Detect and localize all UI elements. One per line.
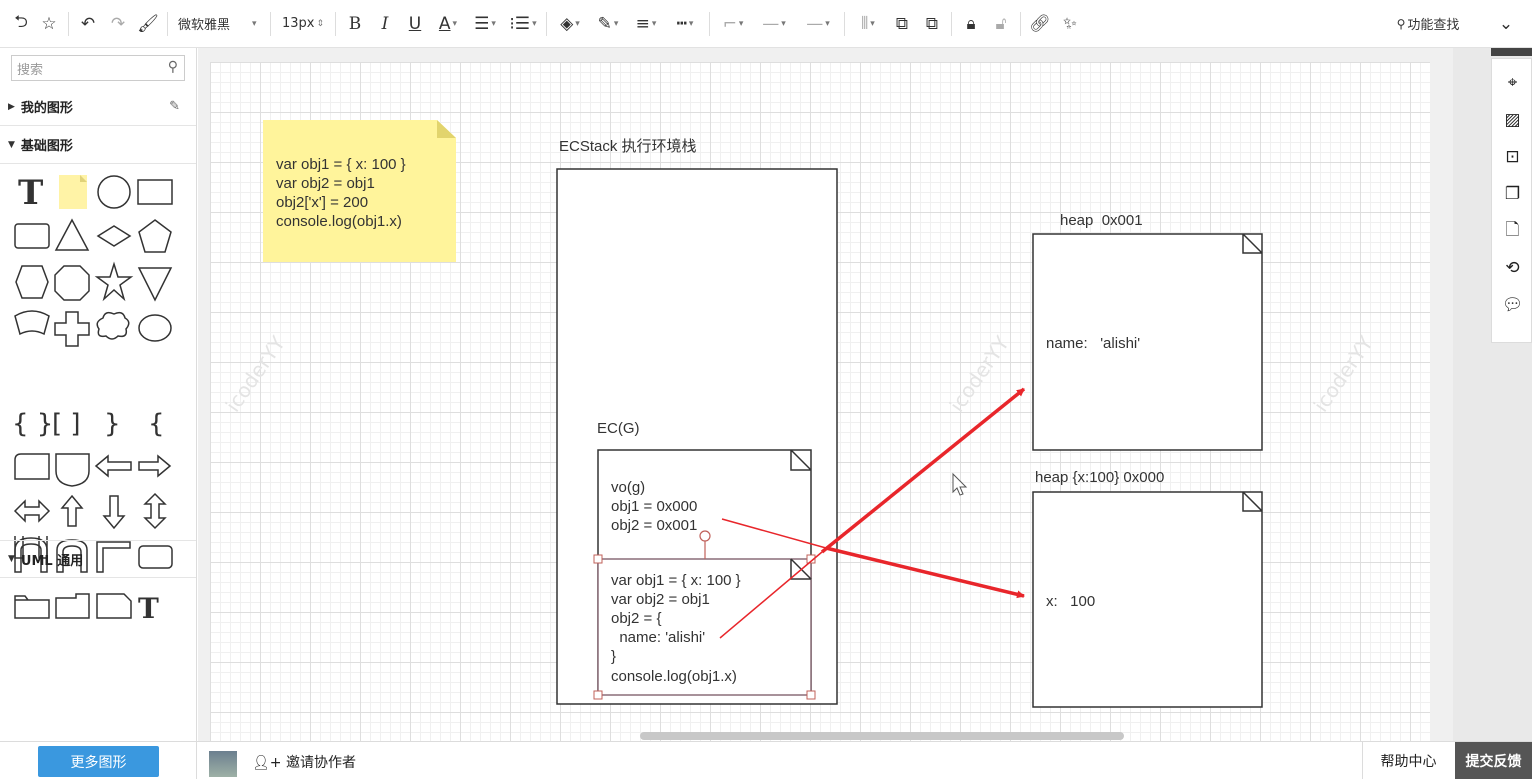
heap2-label: heap {x:100} 0x000 bbox=[1035, 469, 1164, 486]
help-center-button[interactable]: 帮助中心 bbox=[1362, 742, 1454, 779]
sticky-line: var obj1 = { x: 100 } bbox=[276, 156, 406, 173]
heap1-label: heap 0x001 bbox=[1060, 212, 1143, 229]
invite-label: 邀请协作者 bbox=[285, 755, 356, 771]
bottom-bar: 👤︎+ 邀请协作者 帮助中心 提交反馈 bbox=[0, 741, 1532, 779]
vo-line: obj2 = 0x001 bbox=[611, 517, 697, 534]
code-line: } bbox=[611, 648, 616, 665]
sticky-line: var obj2 = obj1 bbox=[276, 175, 375, 192]
resize-handle[interactable] bbox=[806, 690, 816, 700]
code-line: var obj1 = { x: 100 } bbox=[611, 572, 741, 589]
diagram-layer: var obj1 = { x: 100 } var obj2 = obj1 ob… bbox=[263, 120, 1263, 708]
code-line: name: 'alishi' bbox=[611, 629, 705, 646]
panel-tab bbox=[1491, 48, 1532, 56]
right-icons-panel: ⌖ ▨ ⊡ ❐ 🗋 ⟲ 💬︎ bbox=[1491, 58, 1532, 343]
document-icon[interactable]: 🗋 bbox=[1492, 213, 1532, 249]
diagram-editor: ⮌ ☆ ↶ ↷ 🖌 微软雅黑 ▾ 13px ⇕ B I U A ▾ ☰ ▾ ⁝☰ ▾ … bbox=[0, 0, 1532, 779]
sticky-line: console.log(obj1.x) bbox=[276, 213, 402, 230]
arrow-to-heap1[interactable] bbox=[820, 387, 1026, 554]
mouse-cursor-icon bbox=[952, 472, 968, 496]
rotate-handle[interactable] bbox=[699, 530, 711, 542]
add-user-icon: 👤︎+ bbox=[252, 755, 282, 771]
code-line: var obj2 = obj1 bbox=[611, 591, 710, 608]
pages-icon[interactable]: ❐ bbox=[1492, 176, 1532, 212]
code-line: console.log(obj1.x) bbox=[611, 668, 737, 685]
more-shapes-button[interactable]: 更多图形 bbox=[38, 746, 159, 777]
right-tool-panel: ⌖ ▨ ⊡ ❐ 🗋 ⟲ 💬︎ bbox=[1453, 48, 1532, 741]
resize-handle[interactable] bbox=[593, 690, 603, 700]
navigate-icon[interactable]: ⌖ bbox=[1492, 65, 1532, 101]
sticky-note[interactable]: var obj1 = { x: 100 } var obj2 = obj1 ob… bbox=[263, 120, 456, 262]
heap2-content: x: 100 bbox=[1046, 593, 1095, 610]
feedback-button[interactable]: 提交反馈 bbox=[1455, 742, 1532, 779]
resize-handle[interactable] bbox=[593, 554, 603, 564]
heap1-content: name: 'alishi' bbox=[1046, 335, 1140, 352]
history-icon[interactable]: ⟲ bbox=[1492, 250, 1532, 286]
comment-icon[interactable]: 💬︎ bbox=[1492, 287, 1532, 323]
page-setup-icon[interactable]: ⊡ bbox=[1492, 139, 1532, 175]
arrow-to-heap2[interactable] bbox=[825, 546, 1025, 599]
code-line: obj2 = { bbox=[611, 610, 661, 627]
sticky-line: obj2['x'] = 200 bbox=[276, 194, 368, 211]
ecg-label: EC(G) bbox=[597, 420, 640, 437]
image-icon[interactable]: ▨ bbox=[1492, 102, 1532, 138]
vo-line: obj1 = 0x000 bbox=[611, 498, 697, 515]
vo-line: vo(g) bbox=[611, 479, 645, 496]
ecstack-label: ECStack 执行环境栈 bbox=[559, 137, 697, 155]
avatar[interactable] bbox=[209, 751, 237, 777]
invite-collaborator[interactable]: 👤︎+ 邀请协作者 bbox=[252, 752, 356, 772]
